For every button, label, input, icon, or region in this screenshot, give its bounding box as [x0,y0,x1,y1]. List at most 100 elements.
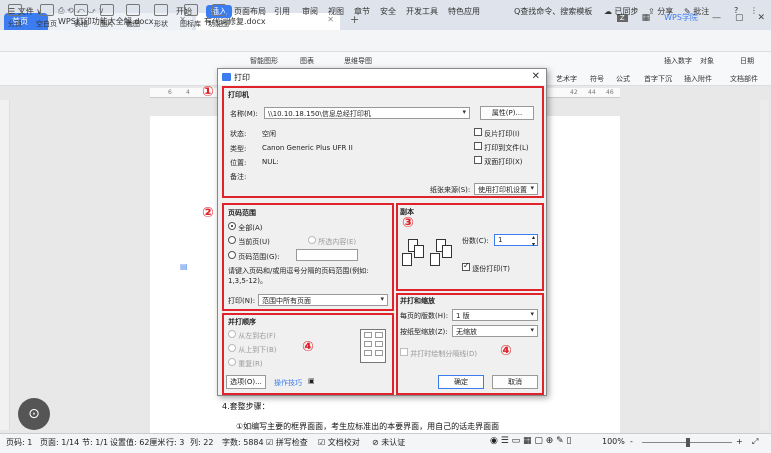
view-mode-icons[interactable]: ◉ ☰ ▭ ▦ ▢ ⊕ ✎ ▯ [490,436,572,446]
certify-label: 未认证 [381,438,406,447]
menu-item[interactable]: 章节 [354,6,370,17]
vertical-scrollbar[interactable] [760,100,768,430]
duplex-print-checkbox[interactable] [474,156,482,164]
menu-item[interactable]: 引用 [274,6,290,17]
menu-item[interactable]: 开发工具 [406,6,438,17]
top-to-bottom-radio[interactable] [228,344,236,352]
spinner-arrows-icon[interactable]: ▴ ▾ [532,234,535,248]
ribbon-mid-button[interactable]: 思维导图 [344,56,372,66]
status-pages[interactable]: 页面: 1/14 [40,437,79,448]
draw-border-option[interactable]: 并打时绘制分隔线(D) [400,348,477,359]
reverse-print-checkbox[interactable] [474,128,482,136]
type-label: 类型: [230,145,247,153]
left-to-right-radio[interactable] [228,330,236,338]
certify[interactable]: ⊘ 未认证 [372,437,405,448]
menu-item[interactable]: 审阅 [302,6,318,17]
ribbon-right-button[interactable]: 公式 [616,74,630,84]
ribbon-mid-button[interactable]: 智能图形 [250,56,278,66]
ribbon-right-button[interactable]: 首字下沉 [644,74,672,84]
reverse-print-option[interactable]: 反片打印(I) [474,128,520,139]
annotation-1: ① [202,84,214,100]
range-pages-radio[interactable] [228,251,236,259]
ribbon-button[interactable]: 截图 [126,4,140,29]
ribbon-right-button[interactable]: 插入附件 [684,74,712,84]
sync-status[interactable]: ☁ 已同步 [604,6,639,17]
top-to-bottom-option[interactable]: 从上到下(B) [228,344,277,355]
ribbon-button[interactable]: 空白页 [36,4,57,29]
zoom-in-button[interactable]: + [736,437,743,446]
ribbon-right-button[interactable]: 艺术字 [556,74,577,84]
repeat-option[interactable]: 重复(R) [228,358,263,369]
collate-option[interactable]: 逐份打印(T) [462,261,510,274]
left-to-right-label: 从左到右(F) [238,332,276,340]
fullscreen-icon[interactable]: ⤢ [752,437,758,447]
page-range-input[interactable] [296,249,358,261]
menu-item[interactable]: 视图 [328,6,344,17]
printer-name-select[interactable]: \\10.10.18.150\信息总经打印机 [264,107,470,119]
range-current-option[interactable]: 当前页(U) [228,236,270,247]
certify-icon: ⊘ [372,438,379,447]
status-label: 状态: [230,130,247,138]
ribbon-mid-button[interactable]: 图表 [300,56,314,66]
print-to-file-checkbox[interactable] [474,142,482,150]
paper-source-select[interactable]: 使用打印机设置 [474,183,538,195]
tips-link[interactable]: 操作技巧 [274,378,302,388]
ribbon-button[interactable]: 分页 [8,4,22,29]
repeat-radio[interactable] [228,358,236,366]
ribbon-button[interactable]: 图标库 [180,4,201,29]
menu-item[interactable]: 安全 [380,6,396,17]
search-commands[interactable]: Q查找命令、搜索模板 [514,6,592,17]
share-button[interactable]: ⇪ 分享 [648,6,673,17]
ribbon-right-button[interactable]: 对象 [700,56,714,66]
proofread[interactable]: ☑ 文档校对 [318,437,360,448]
range-all-option[interactable]: 全部(A) [228,222,263,233]
zoom-out-button[interactable]: - [630,437,633,446]
spell-check[interactable]: ☑ 拼写检查 [266,437,308,448]
zoom-level[interactable]: 100% [602,437,625,446]
dialog-close-button[interactable]: ✕ [532,71,540,82]
range-selection-radio[interactable] [308,236,316,244]
vertical-ruler[interactable] [0,100,10,430]
paragraph-icon[interactable]: ▤ [180,262,188,271]
collate-page-icon [430,253,440,266]
range-current-radio[interactable] [228,236,236,244]
ribbon-button[interactable]: 功能图 [208,4,229,29]
ribbon-right-button[interactable]: 文档部件 [730,74,758,84]
ok-button[interactable]: 确定 [438,375,484,389]
range-current-label: 当前页(U) [238,238,270,246]
more-icon[interactable]: ⋮ [750,6,758,15]
status-words[interactable]: 字数: 5884 [222,437,264,448]
print-what-select[interactable]: 范围中所有页面 [258,294,388,306]
ribbon-button[interactable]: 图片 [100,4,114,29]
paper-source-label: 纸张来源(S): [430,186,471,194]
pages-per-sheet-select[interactable]: 1 版 [452,309,538,321]
minimize-icon[interactable]: — [712,13,721,23]
collate-page-icon [442,245,452,258]
ribbon-right-button[interactable]: 符号 [590,74,604,84]
cancel-button[interactable]: 取消 [492,375,538,389]
range-selection-option[interactable]: 所选内容(E) [308,236,356,247]
ribbon-right-button[interactable]: 插入数字 [664,56,692,66]
scale-select[interactable]: 无缩放 [452,325,538,337]
help-button[interactable]: ? [734,6,738,15]
tips-icon[interactable]: ▣ [308,377,315,385]
copies-spinner[interactable]: 1 ▴ ▾ [494,234,538,248]
range-all-radio[interactable] [228,222,236,230]
menu-item[interactable]: 页面布局 [234,6,266,17]
zoom-slider-handle[interactable] [686,438,690,447]
print-to-file-option[interactable]: 打印到文件(L) [474,142,529,153]
options-button[interactable]: 选项(O)... [226,375,266,389]
duplex-print-option[interactable]: 双面打印(X) [474,156,523,167]
left-to-right-option[interactable]: 从左到右(F) [228,330,276,341]
ribbon-button[interactable]: 表格 [74,4,88,29]
comment-button[interactable]: ✎ 批注 [684,6,709,17]
range-pages-option[interactable]: 页码范围(G): [228,251,279,262]
ribbon-button[interactable]: 形状 [154,4,168,29]
close-window-icon[interactable]: ✕ [757,13,765,23]
properties-button[interactable]: 属性(P)... [480,106,534,120]
draw-border-checkbox[interactable] [400,348,408,356]
menu-item[interactable]: 特色应用 [448,6,480,17]
lens-search-icon[interactable]: ⊙ [18,398,50,430]
collate-checkbox[interactable] [462,261,470,271]
ribbon-right-button[interactable]: 日期 [740,56,754,66]
